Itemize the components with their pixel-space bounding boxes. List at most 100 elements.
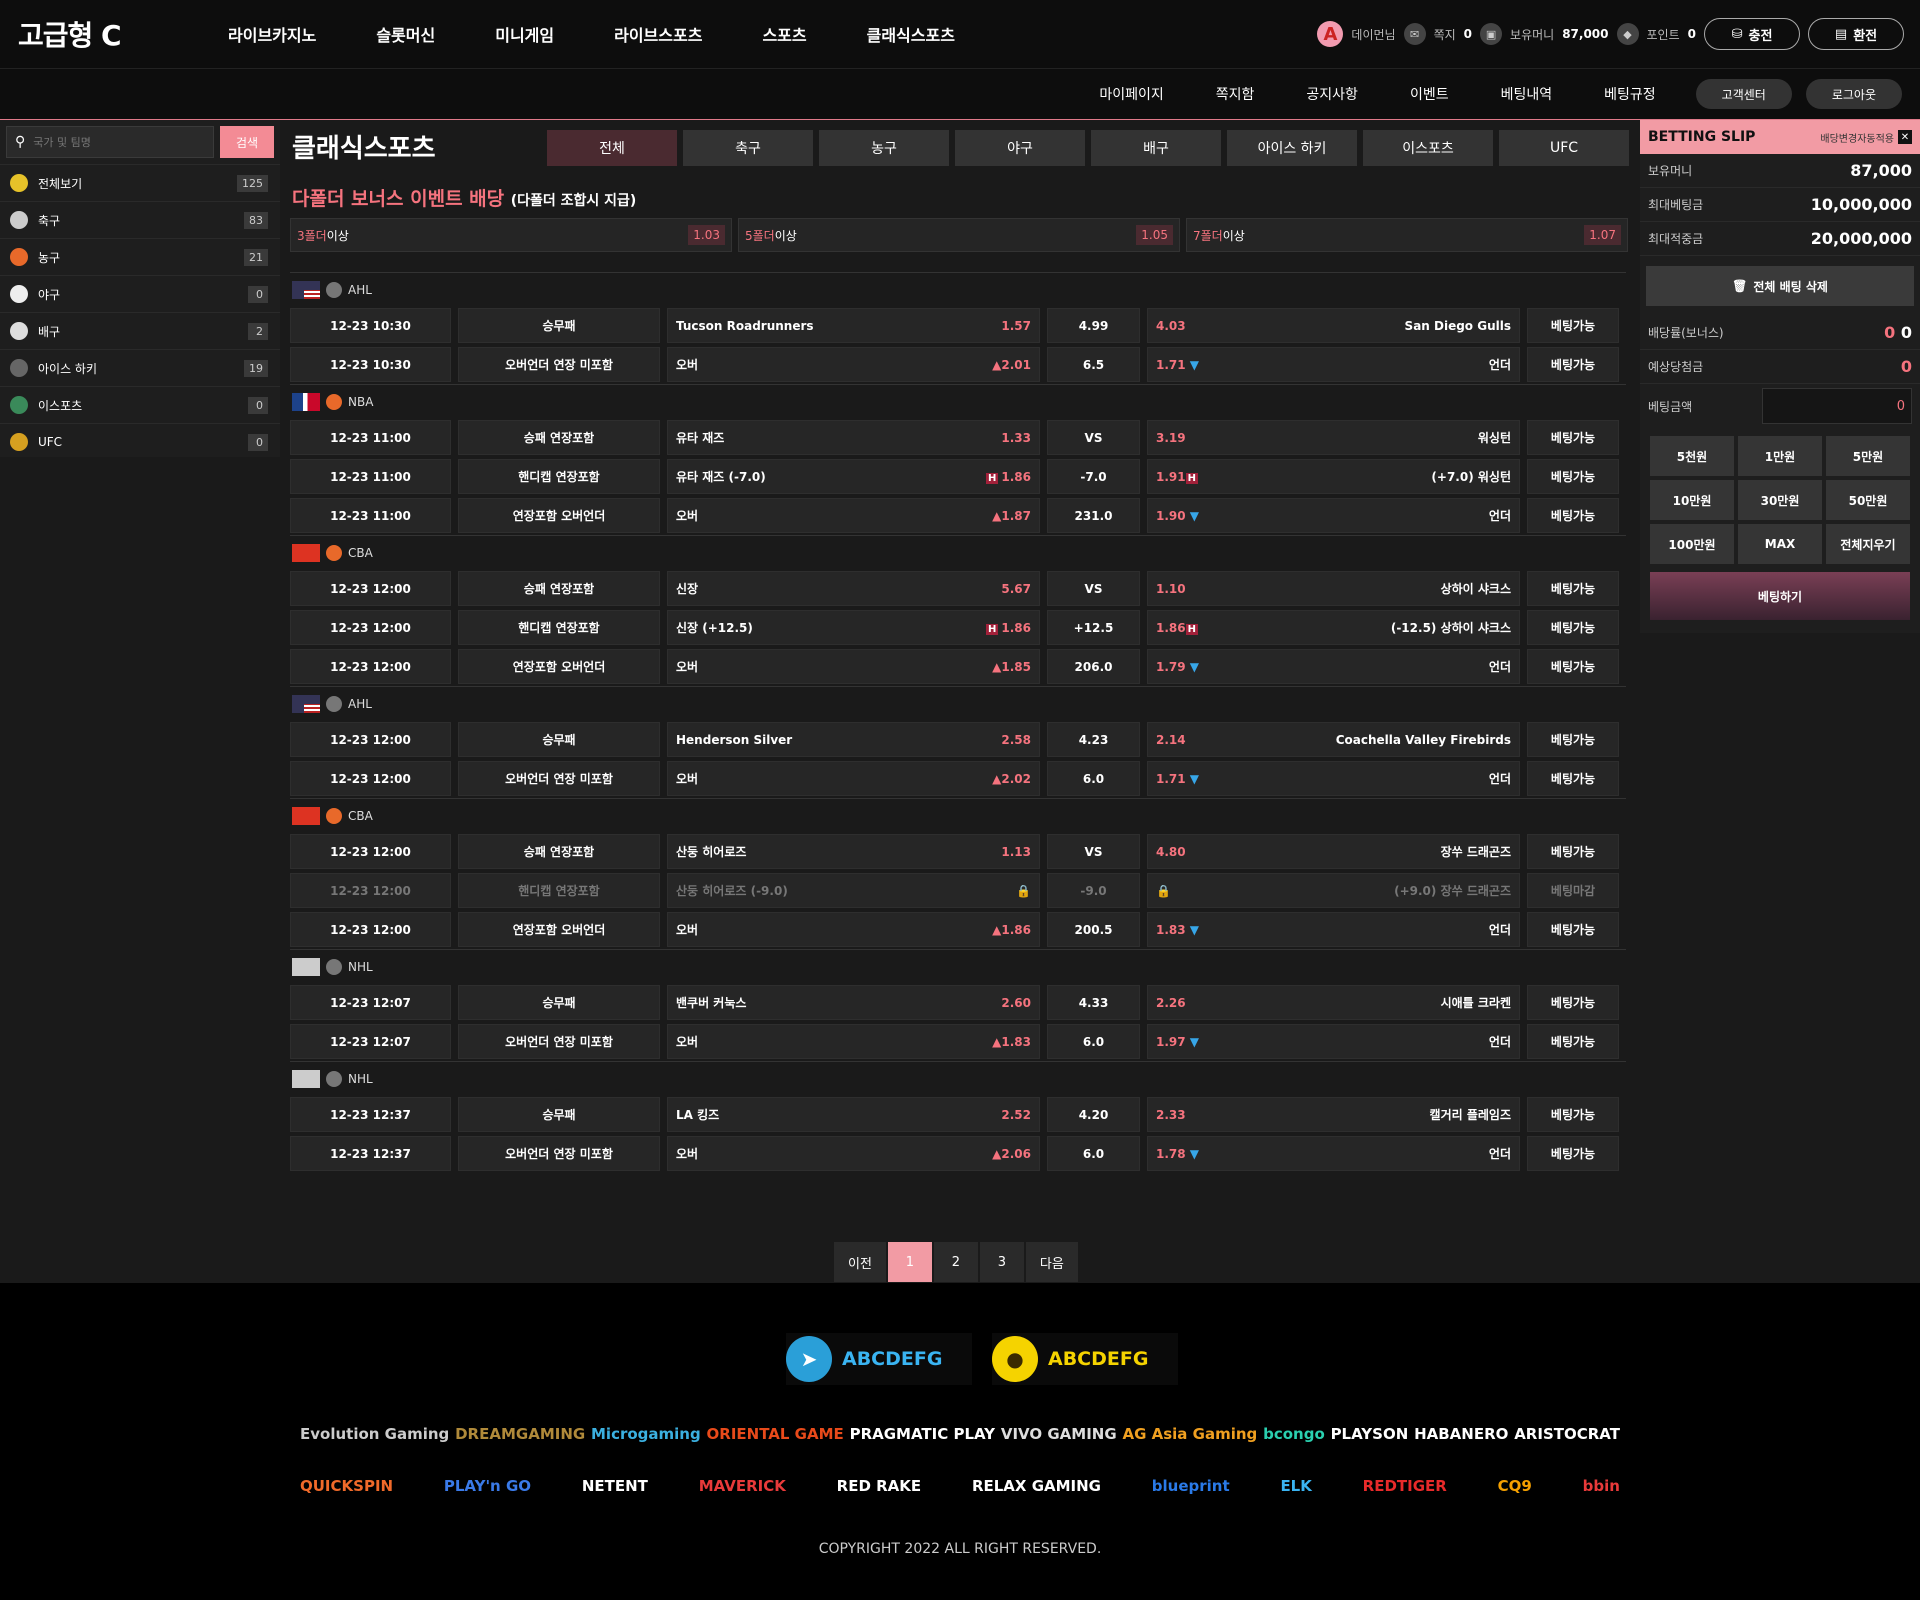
amount-chip-button[interactable]: 1만원 (1738, 436, 1822, 476)
home-bet-button[interactable]: 유타 재즈 1.33 (667, 420, 1040, 455)
home-bet-button[interactable]: 오버 ▲1.83 (667, 1024, 1040, 1059)
home-bet-button[interactable]: 오버 ▲2.02 (667, 761, 1040, 796)
home-bet-button[interactable]: 밴쿠버 커눅스 2.60 (667, 985, 1040, 1020)
home-bet-button[interactable]: 유타 재즈 (-7.0) H 1.86 (667, 459, 1040, 494)
away-bet-button[interactable]: 1.79 ▼ 언더 (1147, 649, 1520, 684)
tab-sport[interactable]: 배구 (1091, 130, 1221, 166)
tab-sport[interactable]: 농구 (819, 130, 949, 166)
sidebar-item-sport[interactable]: 이스포츠 0 (0, 386, 280, 423)
telegram-link[interactable]: ➤ ABCDEFG (786, 1333, 972, 1385)
main-nav-item[interactable]: 라이브카지노 (198, 22, 346, 46)
sub-nav-link[interactable]: 베팅규정 (1578, 84, 1682, 104)
draw-value[interactable]: 6.0 (1047, 761, 1140, 796)
sub-nav-link[interactable]: 쪽지함 (1190, 84, 1281, 104)
draw-value[interactable]: 231.0 (1047, 498, 1140, 533)
sidebar-item-sport[interactable]: UFC 0 (0, 423, 280, 460)
search-button[interactable]: 검색 (220, 126, 274, 158)
draw-value[interactable]: 4.99 (1047, 308, 1140, 343)
home-bet-button[interactable]: 오버 ▲1.85 (667, 649, 1040, 684)
draw-value[interactable]: 6.5 (1047, 347, 1140, 382)
auto-apply-label[interactable]: 배당변경자동적용 (1820, 130, 1894, 145)
home-bet-button[interactable]: Henderson Silver 2.58 (667, 722, 1040, 757)
charge-button[interactable]: ⛁ 충전 (1704, 18, 1800, 50)
amount-chip-button[interactable]: MAX (1738, 524, 1822, 564)
main-nav-item[interactable]: 클래식스포츠 (837, 22, 985, 46)
tab-sport[interactable]: 야구 (955, 130, 1085, 166)
draw-value[interactable]: 206.0 (1047, 649, 1140, 684)
tab-sport[interactable]: 이스포츠 (1363, 130, 1493, 166)
prev-page-button[interactable]: 이전 (834, 1242, 886, 1282)
amount-chip-button[interactable]: 5만원 (1826, 436, 1910, 476)
home-bet-button[interactable]: 신장 5.67 (667, 571, 1040, 606)
sidebar-item-sport[interactable]: 전체보기 125 (0, 164, 280, 201)
draw-value[interactable]: 6.0 (1047, 1024, 1140, 1059)
away-bet-button[interactable]: 1.83 ▼ 언더 (1147, 912, 1520, 947)
draw-value[interactable]: +12.5 (1047, 610, 1140, 645)
bet-amount-input[interactable]: 0 (1762, 388, 1912, 424)
amount-chip-button[interactable]: 50만원 (1826, 480, 1910, 520)
main-nav-item[interactable]: 슬롯머신 (346, 22, 465, 46)
away-bet-button[interactable]: 4.80 장쑤 드래곤즈 (1147, 834, 1520, 869)
logout-button[interactable]: 로그아웃 (1805, 79, 1902, 109)
sub-nav-link[interactable]: 이벤트 (1384, 84, 1475, 104)
away-bet-button[interactable]: 1.78 ▼ 언더 (1147, 1136, 1520, 1171)
main-nav-item[interactable]: 라이브스포츠 (584, 22, 732, 46)
away-bet-button[interactable]: 2.14 Coachella Valley Firebirds (1147, 722, 1520, 757)
away-bet-button[interactable]: 4.03 San Diego Gulls (1147, 308, 1520, 343)
draw-value[interactable]: 200.5 (1047, 912, 1140, 947)
sub-nav-link[interactable]: 마이페이지 (1073, 84, 1189, 104)
page-number[interactable]: 3 (979, 1242, 1024, 1282)
page-number[interactable]: 1 (887, 1242, 932, 1282)
home-bet-button[interactable]: 오버 ▲2.06 (667, 1136, 1040, 1171)
amount-chip-button[interactable]: 전체지우기 (1826, 524, 1910, 564)
tab-sport[interactable]: 아이스 하키 (1227, 130, 1357, 166)
draw-value[interactable]: 4.33 (1047, 985, 1140, 1020)
tab-sport[interactable]: 축구 (683, 130, 813, 166)
home-bet-button[interactable]: LA 킹즈 2.52 (667, 1097, 1040, 1132)
page-number[interactable]: 2 (933, 1242, 978, 1282)
sub-nav-link[interactable]: 베팅내역 (1475, 84, 1579, 104)
main-nav-item[interactable]: 스포츠 (732, 22, 836, 46)
home-bet-button[interactable]: 신장 (+12.5) H 1.86 (667, 610, 1040, 645)
sidebar-item-sport[interactable]: 축구 83 (0, 201, 280, 238)
close-icon[interactable]: ✕ (1898, 130, 1912, 144)
home-bet-button[interactable]: Tucson Roadrunners 1.57 (667, 308, 1040, 343)
away-bet-button[interactable]: 2.33 캘거리 플레임즈 (1147, 1097, 1520, 1132)
sub-nav-link[interactable]: 공지사항 (1280, 84, 1384, 104)
message-icon[interactable]: ✉ (1403, 23, 1426, 45)
away-bet-button[interactable]: 1.90 ▼ 언더 (1147, 498, 1520, 533)
away-bet-button[interactable]: 2.26 시애틀 크라켄 (1147, 985, 1520, 1020)
draw-value[interactable]: 6.0 (1047, 1136, 1140, 1171)
sidebar-item-sport[interactable]: 배구 2 (0, 312, 280, 349)
away-bet-button[interactable]: 1.97 ▼ 언더 (1147, 1024, 1520, 1059)
home-bet-button[interactable]: 오버 ▲1.87 (667, 498, 1040, 533)
amount-chip-button[interactable]: 100만원 (1650, 524, 1734, 564)
exchange-button[interactable]: ▤ 환전 (1808, 18, 1904, 50)
away-bet-button[interactable]: 1.86 H (-12.5) 상하이 샤크스 (1147, 610, 1520, 645)
home-bet-button[interactable]: 오버 ▲2.01 (667, 347, 1040, 382)
kakao-link[interactable]: ● ABCDEFG (992, 1333, 1178, 1385)
home-bet-button[interactable]: 오버 ▲1.86 (667, 912, 1040, 947)
main-nav-item[interactable]: 미니게임 (465, 22, 584, 46)
draw-value[interactable]: 4.23 (1047, 722, 1140, 757)
away-bet-button[interactable]: 1.71 ▼ 언더 (1147, 347, 1520, 382)
draw-value[interactable]: -7.0 (1047, 459, 1140, 494)
tab-sport[interactable]: UFC (1499, 130, 1629, 166)
next-page-button[interactable]: 다음 (1025, 1242, 1078, 1282)
delete-all-button[interactable]: 🗑 전체 배팅 삭제 (1646, 266, 1914, 306)
support-button[interactable]: 고객센터 (1695, 79, 1792, 109)
amount-chip-button[interactable]: 30만원 (1738, 480, 1822, 520)
search-input[interactable]: ⚲ 국가 및 팀명 (6, 126, 214, 158)
place-bet-button[interactable]: 베팅하기 (1650, 572, 1910, 620)
sidebar-item-sport[interactable]: 야구 0 (0, 275, 280, 312)
sidebar-item-sport[interactable]: 농구 21 (0, 238, 280, 275)
away-bet-button[interactable]: 3.19 워싱턴 (1147, 420, 1520, 455)
site-logo[interactable]: 고급형 C (18, 14, 168, 54)
away-bet-button[interactable]: 1.91 H (+7.0) 워싱턴 (1147, 459, 1520, 494)
sidebar-item-sport[interactable]: 아이스 하키 19 (0, 349, 280, 386)
draw-value[interactable]: 4.20 (1047, 1097, 1140, 1132)
amount-chip-button[interactable]: 5천원 (1650, 436, 1734, 476)
amount-chip-button[interactable]: 10만원 (1650, 480, 1734, 520)
away-bet-button[interactable]: 1.71 ▼ 언더 (1147, 761, 1520, 796)
away-bet-button[interactable]: 1.10 상하이 샤크스 (1147, 571, 1520, 606)
